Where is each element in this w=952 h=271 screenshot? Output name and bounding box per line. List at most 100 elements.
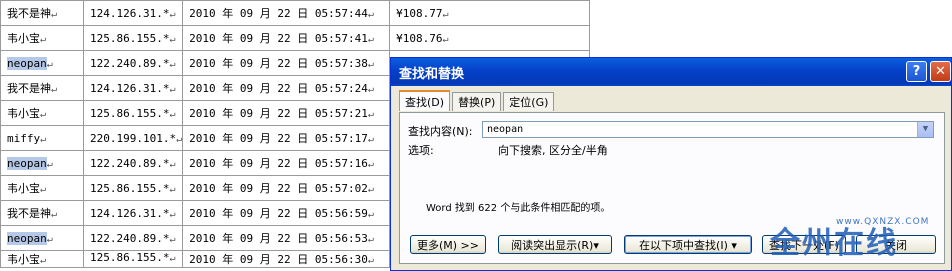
cell-amount[interactable]: ¥108.77↵ bbox=[389, 0, 591, 26]
cell-time[interactable]: 2010 年 09 月 22 日 05:57:38↵ bbox=[182, 50, 391, 76]
cell-ip[interactable]: 125.86.155.*↵ bbox=[82, 100, 184, 126]
cell-name[interactable]: neopan↵ bbox=[0, 150, 84, 176]
cell-time-text: 2010 年 09 月 22 日 05:57:02 bbox=[189, 182, 368, 195]
site-watermark: 全州在线 www.QXNZX.COM bbox=[770, 217, 928, 262]
paragraph-mark-icon: ↵ bbox=[367, 134, 374, 145]
paragraph-mark-icon: ↵ bbox=[46, 158, 53, 170]
cell-time[interactable]: 2010 年 09 月 22 日 05:57:41↵ bbox=[182, 25, 391, 51]
more-button[interactable]: 更多(M) >> bbox=[410, 235, 486, 254]
paragraph-mark-icon: ↵ bbox=[169, 253, 176, 264]
find-in-button[interactable]: 在以下项中查找(I) ▾ bbox=[624, 235, 752, 254]
paragraph-mark-icon: ↵ bbox=[46, 58, 53, 70]
tab-goto[interactable]: 定位(G) bbox=[503, 92, 555, 111]
cell-time[interactable]: 2010 年 09 月 22 日 05:57:21↵ bbox=[182, 100, 391, 126]
help-icon[interactable]: ? bbox=[906, 61, 927, 82]
cell-ip[interactable]: 125.86.155.*↵ bbox=[82, 175, 184, 201]
cell-time-text: 2010 年 09 月 22 日 05:57:24 bbox=[189, 82, 368, 95]
cell-name[interactable]: 韦小宝↵ bbox=[0, 100, 84, 126]
cell-name-text: miffy bbox=[7, 131, 41, 145]
paragraph-mark-icon: ↵ bbox=[40, 133, 47, 145]
cell-name-text: 我不是神 bbox=[7, 7, 51, 20]
paragraph-mark-icon: ↵ bbox=[367, 34, 374, 45]
cell-time-text: 2010 年 09 月 22 日 05:57:16 bbox=[189, 157, 368, 170]
cell-time-text: 2010 年 09 月 22 日 05:57:38 bbox=[189, 57, 368, 70]
cell-time-text: 2010 年 09 月 22 日 05:56:59 bbox=[189, 207, 368, 220]
cell-name[interactable]: 我不是神↵ bbox=[0, 0, 84, 26]
cell-time-text: 2010 年 09 月 22 日 05:57:44 bbox=[189, 7, 368, 20]
cell-ip-text: 124.126.31.* bbox=[90, 6, 170, 20]
paragraph-mark-icon: ↵ bbox=[176, 133, 183, 145]
reading-highlight-button[interactable]: 阅读突出显示(R)▾ bbox=[498, 235, 612, 254]
cell-ip[interactable]: 122.240.89.*↵ bbox=[82, 150, 184, 176]
cell-ip[interactable]: 124.126.31.*↵ bbox=[82, 75, 184, 101]
paragraph-mark-icon: ↵ bbox=[51, 209, 58, 220]
cell-name-text: 韦小宝 bbox=[7, 32, 40, 45]
cell-name[interactable]: 韦小宝↵ bbox=[0, 250, 84, 268]
cell-time[interactable]: 2010 年 09 月 22 日 05:57:44↵ bbox=[182, 0, 391, 26]
close-icon[interactable]: ✕ bbox=[930, 61, 951, 82]
cell-time-text: 2010 年 09 月 22 日 05:56:53 bbox=[189, 232, 368, 245]
cell-time-text: 2010 年 09 月 22 日 05:57:21 bbox=[189, 107, 368, 120]
cell-time-text: 2010 年 09 月 22 日 05:56:30 bbox=[189, 253, 368, 266]
cell-name[interactable]: neopan↵ bbox=[0, 50, 84, 76]
cell-name[interactable]: 韦小宝↵ bbox=[0, 175, 84, 201]
match-count-status: Word 找到 622 个与此条件相匹配的项。 bbox=[426, 203, 611, 214]
cell-name[interactable]: 我不是神↵ bbox=[0, 200, 84, 226]
paragraph-mark-icon: ↵ bbox=[367, 184, 374, 195]
cell-name[interactable]: 韦小宝↵ bbox=[0, 25, 84, 51]
paragraph-mark-icon: ↵ bbox=[169, 58, 176, 70]
cell-ip-text: 125.86.155.* bbox=[90, 181, 170, 195]
cell-amount[interactable]: ¥108.76↵ bbox=[389, 25, 591, 51]
paragraph-mark-icon: ↵ bbox=[169, 208, 176, 220]
cell-ip[interactable]: 220.199.101.*↵ bbox=[82, 125, 184, 151]
paragraph-mark-icon: ↵ bbox=[367, 109, 374, 120]
cell-ip[interactable]: 125.86.155.*↵ bbox=[82, 25, 184, 51]
cell-name[interactable]: neopan↵ bbox=[0, 225, 84, 251]
cell-amount-text: ¥108.77 bbox=[396, 6, 443, 20]
paragraph-mark-icon: ↵ bbox=[442, 33, 449, 45]
table-row: 韦小宝↵ 125.86.155.*↵ 2010 年 09 月 22 日 05:57:… bbox=[0, 25, 591, 51]
dialog-titlebar[interactable]: 查找和替换 ? ✕ bbox=[391, 58, 951, 86]
cell-ip-text: 124.126.31.* bbox=[90, 81, 170, 95]
cell-ip-text: 122.240.89.* bbox=[90, 156, 170, 170]
cell-name-text: neopan bbox=[7, 156, 47, 170]
watermark-url: www.QXNZX.COM bbox=[836, 217, 930, 227]
cell-time[interactable]: 2010 年 09 月 22 日 05:56:53↵ bbox=[182, 225, 391, 251]
cell-name-text: neopan bbox=[7, 231, 47, 245]
cell-time[interactable]: 2010 年 09 月 22 日 05:56:59↵ bbox=[182, 200, 391, 226]
cell-ip-text: 122.240.89.* bbox=[90, 231, 170, 245]
cell-ip-text: 125.86.155.* bbox=[90, 106, 170, 120]
paragraph-mark-icon: ↵ bbox=[367, 9, 374, 20]
cell-name[interactable]: 我不是神↵ bbox=[0, 75, 84, 101]
paragraph-mark-icon: ↵ bbox=[169, 158, 176, 170]
cell-time[interactable]: 2010 年 09 月 22 日 05:57:17↵ bbox=[182, 125, 391, 151]
cell-name-text: 韦小宝 bbox=[7, 253, 40, 266]
paragraph-mark-icon: ↵ bbox=[169, 33, 176, 45]
paragraph-mark-icon: ↵ bbox=[169, 183, 176, 195]
find-what-input[interactable]: neopan ▼ bbox=[482, 121, 934, 138]
options-value: 向下搜索, 区分全/半角 bbox=[498, 144, 608, 157]
paragraph-mark-icon: ↵ bbox=[367, 209, 374, 220]
cell-ip[interactable]: 122.240.89.*↵ bbox=[82, 225, 184, 251]
tab-find[interactable]: 查找(D) bbox=[399, 90, 451, 111]
options-label: 选项: bbox=[408, 144, 434, 157]
cell-name-text: 韦小宝 bbox=[7, 182, 40, 195]
cell-ip[interactable]: 124.126.31.*↵ bbox=[82, 0, 184, 26]
cell-name[interactable]: miffy↵ bbox=[0, 125, 84, 151]
cell-ip[interactable]: 124.126.31.*↵ bbox=[82, 200, 184, 226]
cell-time[interactable]: 2010 年 09 月 22 日 05:57:16↵ bbox=[182, 150, 391, 176]
table-row: 我不是神↵ 124.126.31.*↵ 2010 年 09 月 22 日 05:57… bbox=[0, 0, 591, 26]
tab-replace[interactable]: 替换(P) bbox=[452, 92, 502, 111]
paragraph-mark-icon: ↵ bbox=[51, 84, 58, 95]
dialog-tabs: 查找(D) 替换(P) 定位(G) bbox=[399, 90, 556, 111]
cell-time[interactable]: 2010 年 09 月 22 日 05:56:30↵ bbox=[182, 250, 391, 268]
dialog-title: 查找和替换 bbox=[399, 66, 465, 82]
cell-time-text: 2010 年 09 月 22 日 05:57:17 bbox=[189, 132, 368, 145]
cell-time[interactable]: 2010 年 09 月 22 日 05:57:02↵ bbox=[182, 175, 391, 201]
watermark-text: 全州在线 bbox=[770, 226, 898, 261]
cell-ip[interactable]: 122.240.89.*↵ bbox=[82, 50, 184, 76]
cell-time[interactable]: 2010 年 09 月 22 日 05:57:24↵ bbox=[182, 75, 391, 101]
chevron-down-icon[interactable]: ▼ bbox=[917, 122, 933, 137]
cell-ip[interactable]: 125.86.155.*↵ bbox=[82, 250, 184, 268]
paragraph-mark-icon: ↵ bbox=[367, 234, 374, 245]
